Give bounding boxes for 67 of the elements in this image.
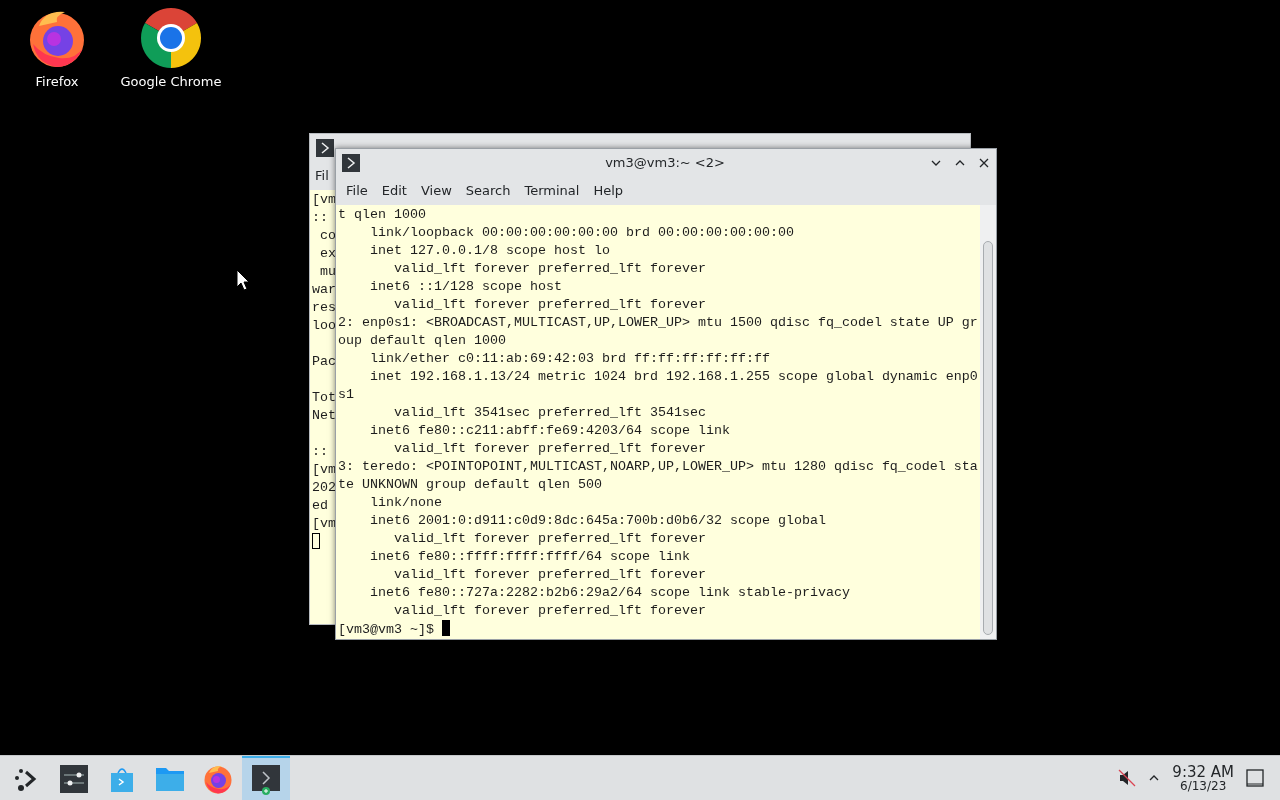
desktop-icon-label[interactable]: Firefox [35, 74, 79, 89]
terminal-line: valid_lft forever preferred_lft forever [393, 530, 706, 548]
menu-item[interactable]: Fil [313, 164, 329, 187]
close-icon[interactable] [978, 156, 990, 169]
terminal-line: war [312, 281, 336, 299]
terminal-line: ed [312, 497, 328, 515]
clock-time[interactable]: 9:32 AM [1172, 763, 1234, 780]
terminal-app-icon[interactable] [342, 153, 360, 172]
terminal-line: [vm [312, 191, 336, 209]
terminal-app-icon[interactable] [316, 138, 334, 157]
menu-item[interactable]: View [413, 179, 459, 202]
sliders-icon[interactable] [60, 765, 88, 793]
terminal-line: valid_lft forever preferred_lft forever [393, 440, 706, 458]
terminal-line: valid_lft forever preferred_lft forever [393, 566, 706, 584]
terminal-line: 202 [312, 479, 336, 497]
launcher-icon[interactable] [13, 766, 39, 792]
terminal-line: valid_lft forever preferred_lft forever [393, 296, 706, 314]
prompt-icon [346, 156, 356, 169]
terminal-line: :: [312, 209, 328, 227]
terminal-line: inet6 2001:0:d911:c0d9:8dc:645a:700b:d0b6/32 scope global [369, 512, 826, 530]
terminal-line: 3: teredo: <POINTOPOINT,MULTICAST,NOARP,UP,LOWER_UP> mtu 1280 qdisc fq_codel sta [338, 458, 978, 476]
menu-item[interactable]: Terminal [517, 179, 587, 202]
terminal-line: ex [319, 245, 336, 263]
terminal-line: loo [312, 317, 336, 335]
menu-item[interactable]: Help [586, 179, 631, 202]
terminal-line: 2: enp0s1: <BROADCAST,MULTICAST,UP,LOWER_UP> mtu 1500 qdisc fq_codel state UP gr [338, 314, 978, 332]
terminal-line: Pac [312, 353, 336, 371]
muted-speaker-icon[interactable] [1118, 769, 1137, 787]
scrollbar-thumb[interactable] [983, 241, 993, 635]
terminal-line: te UNKNOWN group default qlen 500 [338, 476, 602, 494]
terminal-line: :: [312, 443, 328, 461]
terminal-line: t qlen 1000 [338, 206, 426, 224]
terminal-line: inet 192.168.1.13/24 metric 1024 brd 192.168.1.255 scope global dynamic enp0 [369, 368, 978, 386]
show-desktop-icon[interactable] [1246, 769, 1264, 787]
terminal-line: co [319, 227, 336, 245]
terminal-line: inet6 ::1/128 scope host [369, 278, 562, 296]
shell-prompt: [vm3@vm3 ~]$ [338, 622, 435, 637]
terminal-line: link/loopback 00:00:00:00:00:00 brd 00:00:00:00:00:00 [369, 224, 794, 242]
terminal-line: inet6 fe80::727a:2282:b2b6:29a2/64 scope link stable-privacy [369, 584, 850, 602]
scrollbar[interactable] [980, 205, 996, 639]
terminal-line: valid_lft 3541sec preferred_lft 3541sec [393, 404, 706, 422]
terminal-line: Tot [312, 389, 336, 407]
prompt-icon [320, 141, 330, 154]
terminal-line: s1 [338, 386, 354, 404]
taskbar-button[interactable] [242, 756, 290, 800]
terminal-line: valid_lft forever preferred_lft forever [393, 602, 706, 620]
menu-item[interactable]: Edit [374, 179, 414, 202]
mouse-pointer-icon [236, 269, 250, 291]
terminal-icon[interactable] [250, 763, 282, 795]
terminal-line: inet6 fe80::ffff:ffff:ffff/64 scope link [369, 548, 690, 566]
menu-item[interactable]: Search [458, 179, 518, 202]
terminal-line: res [312, 299, 336, 317]
clock-date[interactable]: 6/13/23 [1180, 779, 1227, 793]
desktop-icon-label[interactable]: Google Chrome [120, 74, 222, 89]
terminal-line: valid_lft forever preferred_lft forever [393, 260, 706, 278]
terminal-line: Net [312, 407, 336, 425]
terminal-line: mu [319, 263, 336, 281]
chrome-icon[interactable] [139, 6, 203, 70]
menu-item[interactable]: File [339, 179, 375, 202]
terminal-line: [vm [312, 461, 336, 479]
terminal-line: inet 127.0.0.1/8 scope host lo [369, 242, 610, 260]
terminal-line: oup default qlen 1000 [338, 332, 506, 350]
terminal-line: [vm [312, 515, 336, 533]
terminal-line: link/ether c0:11:ab:69:42:03 brd ff:ff:ff:ff:ff:ff [369, 350, 770, 368]
terminal-line: inet6 fe80::c211:abff:fe69:4203/64 scope link [369, 422, 730, 440]
window-title: vm3@vm3:~ <2> [605, 155, 725, 170]
terminal-line: link/none [369, 494, 442, 512]
